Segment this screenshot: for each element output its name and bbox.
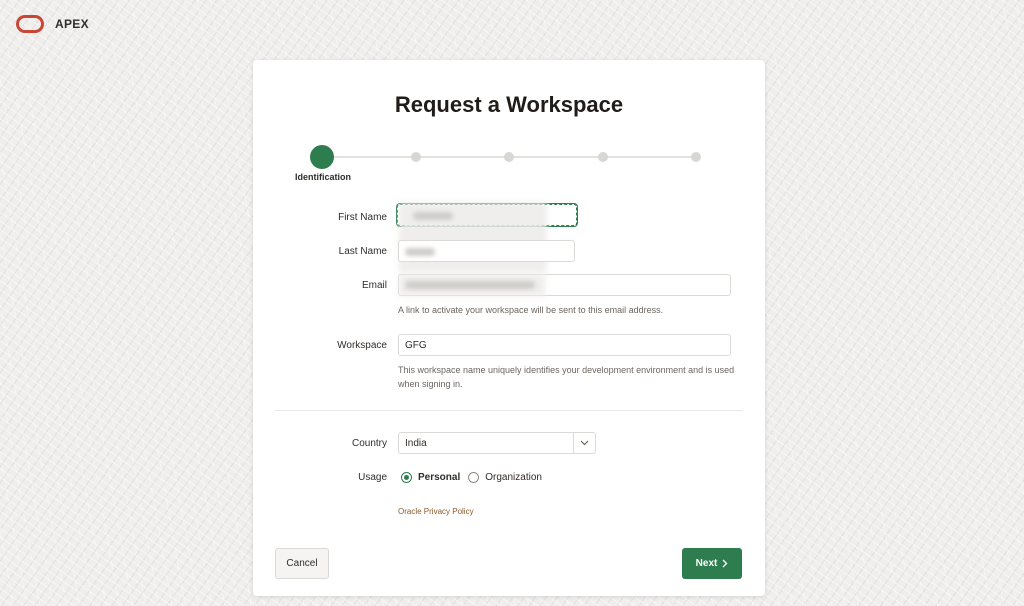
- step-5: [691, 152, 701, 162]
- request-workspace-card: Request a Workspace Identification First…: [253, 60, 765, 596]
- usage-option-organization[interactable]: Organization: [485, 472, 542, 483]
- step-2: [411, 152, 421, 162]
- page-title: Request a Workspace: [394, 92, 624, 117]
- step-3: [504, 152, 514, 162]
- country-select[interactable]: India: [398, 432, 596, 454]
- usage-option-personal[interactable]: Personal: [418, 472, 460, 483]
- cancel-button[interactable]: Cancel: [275, 548, 329, 579]
- email-label: Email: [361, 280, 387, 291]
- step-label-identification: Identification: [295, 172, 351, 182]
- usage-radio-group: Personal Organization: [401, 472, 546, 483]
- redacted-first-name: [413, 212, 453, 220]
- last-name-label: Last Name: [338, 246, 387, 257]
- country-label: Country: [351, 438, 387, 449]
- chevron-right-icon: [722, 559, 728, 568]
- workspace-help-text: This workspace name uniquely identifies …: [398, 365, 735, 389]
- step-4: [598, 152, 608, 162]
- email-help-text: A link to activate your workspace will b…: [398, 305, 664, 315]
- brand-name[interactable]: APEX: [55, 17, 89, 31]
- step-1-active: [310, 145, 334, 169]
- workspace-label: Workspace: [337, 340, 387, 351]
- usage-label: Usage: [358, 472, 387, 483]
- usage-radio-personal[interactable]: [401, 472, 412, 483]
- redacted-last-name: [405, 248, 435, 256]
- first-name-label: First Name: [338, 212, 387, 223]
- redacted-email: [405, 281, 535, 289]
- country-selected-value: India: [405, 437, 427, 449]
- privacy-policy-link[interactable]: Oracle Privacy Policy: [398, 507, 474, 516]
- workspace-input[interactable]: [398, 334, 731, 356]
- top-bar: APEX: [16, 15, 89, 33]
- chevron-down-icon[interactable]: [573, 433, 595, 453]
- next-button-label: Next: [695, 558, 718, 569]
- oracle-ring-icon[interactable]: [16, 15, 44, 33]
- next-button[interactable]: Next: [682, 548, 742, 579]
- section-divider: [275, 410, 743, 411]
- usage-radio-organization[interactable]: [468, 472, 480, 483]
